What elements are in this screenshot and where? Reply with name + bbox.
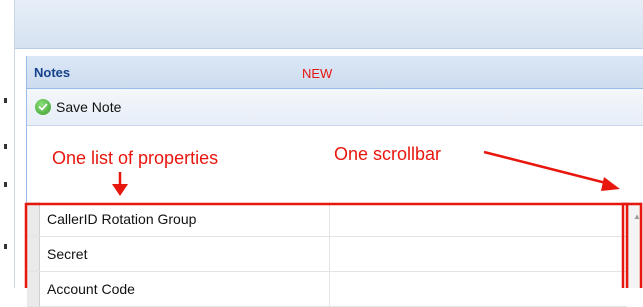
top-toolbar	[15, 0, 643, 49]
table-row[interactable]: Secret	[27, 237, 627, 272]
scrollbar[interactable]: ▲	[628, 202, 643, 288]
panel-title: Notes	[34, 65, 71, 80]
left-edge	[0, 0, 15, 288]
column-divider	[329, 237, 330, 271]
note-text-area[interactable]: One list of properties One scrollbar	[27, 126, 643, 202]
property-name: Account Code	[47, 281, 135, 297]
save-note-label: Save Note	[56, 99, 122, 115]
save-note-button[interactable]: Save Note	[35, 97, 121, 117]
row-gutter	[27, 202, 40, 236]
property-grid: CallerID Rotation Group Secret Account C…	[27, 202, 643, 307]
column-divider	[329, 202, 330, 236]
annotation-scrollbar-label: One scrollbar	[334, 144, 442, 164]
table-row[interactable]: Account Code	[27, 272, 627, 307]
panel-toolbar: Save Note	[27, 89, 643, 126]
panel-header: Notes NEW	[27, 56, 643, 89]
property-name: Secret	[47, 246, 88, 262]
row-gutter	[27, 272, 40, 306]
column-divider	[329, 272, 330, 306]
table-row[interactable]: CallerID Rotation Group	[27, 202, 627, 237]
scroll-up-arrow-icon[interactable]: ▲	[633, 212, 641, 221]
edge-tick	[4, 98, 7, 103]
row-gutter	[27, 237, 40, 271]
edge-tick	[4, 244, 7, 249]
edge-tick	[4, 144, 7, 149]
property-name: CallerID Rotation Group	[47, 211, 197, 227]
annotation-list-label: One list of properties	[52, 148, 219, 168]
edge-tick	[4, 182, 7, 187]
check-circle-icon	[35, 99, 51, 115]
notes-panel: Notes NEW Save Note One list of properti…	[26, 56, 643, 307]
new-badge: NEW	[302, 66, 333, 81]
